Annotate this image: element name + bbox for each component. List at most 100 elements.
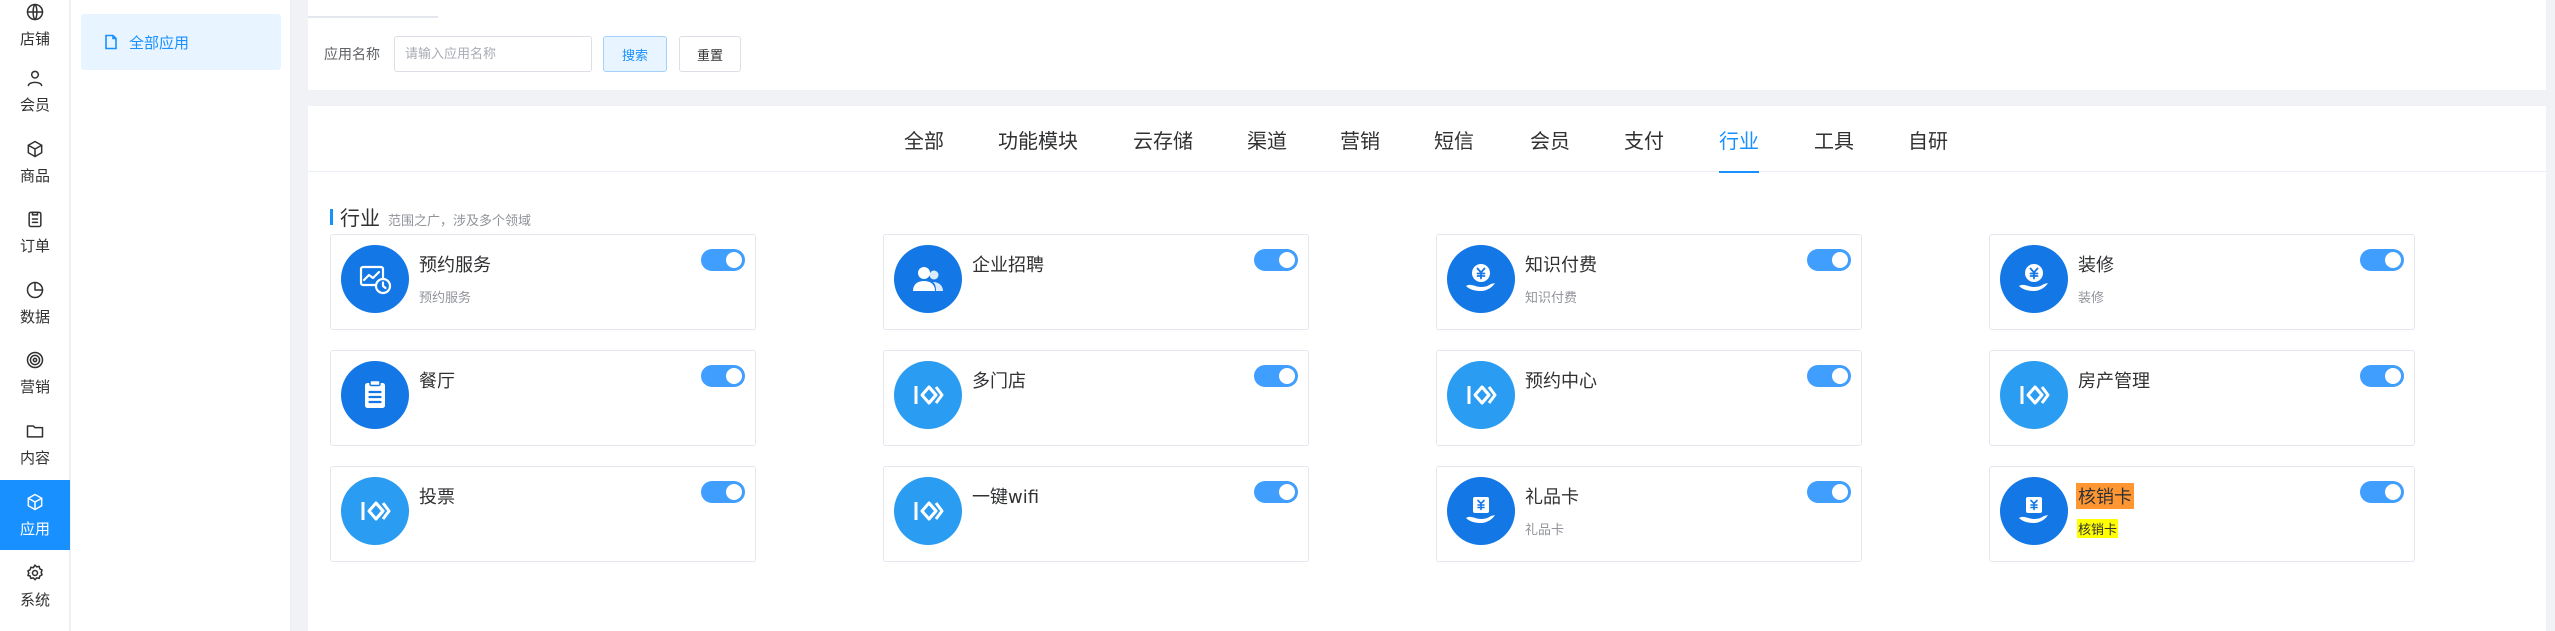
tab-tools[interactable]: 工具	[1814, 106, 1854, 172]
search-form: 应用名称 搜索 重置	[308, 18, 2546, 90]
appointment-icon	[341, 245, 409, 313]
app-subtitle: 礼品卡	[1525, 523, 1565, 538]
app-card[interactable]: 多门店	[883, 350, 1309, 446]
document-icon	[105, 34, 117, 50]
app-name: 一键wifi	[972, 487, 1040, 508]
app-name: 餐厅	[419, 371, 455, 392]
section-title: 行业 范围之广，涉及多个领域	[330, 202, 531, 231]
user-icon	[27, 70, 43, 86]
app-card[interactable]: 房产管理	[1989, 350, 2415, 446]
rail-item-member[interactable]: 会员	[0, 56, 70, 126]
pie-chart-icon	[26, 281, 44, 298]
app-subtitle: 装修	[2078, 291, 2105, 306]
tab-cloud-storage[interactable]: 云存储	[1133, 106, 1193, 172]
tab-sms[interactable]: 短信	[1434, 106, 1474, 172]
rail-label: 会员	[19, 95, 50, 114]
rail-item-data[interactable]: 数据	[0, 268, 70, 338]
enable-switch[interactable]	[1254, 481, 1298, 503]
enable-switch[interactable]	[1254, 365, 1298, 387]
tab-marketing[interactable]: 营销	[1340, 106, 1380, 172]
app-card[interactable]: 装修 装修	[1989, 234, 2415, 330]
section-name: 行业	[340, 206, 380, 230]
app-card[interactable]: 预约中心	[1436, 350, 1862, 446]
rail-label: 店铺	[19, 29, 50, 48]
app-name: 知识付费	[1525, 255, 1597, 276]
tab-function-modules[interactable]: 功能模块	[998, 106, 1078, 172]
tab-industry[interactable]: 行业	[1719, 106, 1759, 173]
section-marker	[330, 208, 333, 225]
tab-payment[interactable]: 支付	[1624, 106, 1664, 172]
app-card[interactable]: 企业招聘	[883, 234, 1309, 330]
enable-switch[interactable]	[701, 481, 745, 503]
globe-icon	[26, 3, 44, 20]
k-logo-icon	[894, 477, 962, 545]
rail-label: 应用	[19, 519, 50, 538]
enable-switch[interactable]	[701, 365, 745, 387]
enable-switch[interactable]	[1254, 249, 1298, 271]
rail-label: 商品	[19, 166, 50, 185]
app-name-input[interactable]	[394, 36, 592, 72]
app-name: 投票	[419, 487, 455, 508]
clipboard-icon	[28, 211, 42, 227]
rail-item-system[interactable]: 系统	[0, 551, 70, 621]
icon-rail: 店铺 会员 商品 订单 数据 营销 内容 应用 系统	[0, 0, 70, 631]
enable-switch[interactable]	[1807, 365, 1851, 387]
k-logo-icon	[2000, 361, 2068, 429]
app-name: 预约服务	[419, 255, 491, 276]
cube-icon	[27, 140, 43, 157]
target-icon	[26, 351, 44, 368]
app-card[interactable]: 核销卡 核销卡	[1989, 466, 2415, 562]
app-name: 多门店	[972, 371, 1026, 392]
app-subtitle: 预约服务	[419, 291, 472, 306]
clipboard-icon	[341, 361, 409, 429]
top-strip	[308, 0, 2546, 18]
rail-label: 订单	[19, 236, 50, 255]
yen-hand-icon	[2000, 245, 2068, 313]
tab-channels[interactable]: 渠道	[1247, 106, 1287, 172]
app-card[interactable]: 餐厅	[330, 350, 756, 446]
rail-item-store[interactable]: 店铺	[0, 0, 70, 60]
app-name: 装修	[2078, 255, 2114, 276]
tab-all[interactable]: 全部	[904, 106, 944, 172]
yen-hand-icon	[1447, 245, 1515, 313]
rail-item-order[interactable]: 订单	[0, 197, 70, 267]
k-logo-icon	[341, 477, 409, 545]
app-name: 预约中心	[1525, 371, 1597, 392]
rail-item-goods[interactable]: 商品	[0, 127, 70, 197]
rail-label: 内容	[19, 448, 50, 467]
app-card[interactable]: 礼品卡 礼品卡	[1436, 466, 1862, 562]
app-name: 礼品卡	[1525, 487, 1579, 508]
enable-switch[interactable]	[2360, 481, 2404, 503]
folder-icon	[26, 424, 44, 438]
rail-item-content[interactable]: 内容	[0, 409, 70, 479]
enable-switch[interactable]	[1807, 249, 1851, 271]
app-name-label: 应用名称	[324, 47, 380, 63]
k-logo-icon	[1447, 361, 1515, 429]
enable-switch[interactable]	[2360, 249, 2404, 271]
app-list-panel: 全部 功能模块 云存储 渠道 营销 短信 会员 支付 行业 工具 自研 行业 范…	[308, 106, 2546, 631]
enable-switch[interactable]	[701, 249, 745, 271]
app-name-highlighted: 核销卡	[2076, 483, 2134, 509]
people-icon	[894, 245, 962, 313]
app-subtitle-highlighted: 核销卡	[2077, 519, 2119, 538]
tab-self-developed[interactable]: 自研	[1908, 106, 1948, 172]
rail-item-marketing[interactable]: 营销	[0, 338, 70, 408]
enable-switch[interactable]	[2360, 365, 2404, 387]
app-card[interactable]: 知识付费 知识付费	[1436, 234, 1862, 330]
rail-label: 系统	[19, 590, 50, 609]
secondary-sidebar: 全部应用	[71, 0, 291, 631]
app-card[interactable]: 投票	[330, 466, 756, 562]
card-hand-icon	[2000, 477, 2068, 545]
search-button[interactable]: 搜索	[603, 36, 667, 72]
rail-label: 数据	[19, 307, 50, 326]
app-name: 企业招聘	[972, 255, 1044, 276]
rail-item-apps[interactable]: 应用	[0, 480, 70, 550]
enable-switch[interactable]	[1807, 481, 1851, 503]
subnav-label: 全部应用	[129, 33, 190, 52]
reset-button[interactable]: 重置	[679, 36, 741, 72]
tab-member[interactable]: 会员	[1530, 106, 1570, 172]
app-card[interactable]: 一键wifi	[883, 466, 1309, 562]
rail-label: 营销	[19, 377, 50, 396]
subnav-item-all-apps[interactable]: 全部应用	[81, 14, 281, 70]
app-card[interactable]: 预约服务 预约服务	[330, 234, 756, 330]
